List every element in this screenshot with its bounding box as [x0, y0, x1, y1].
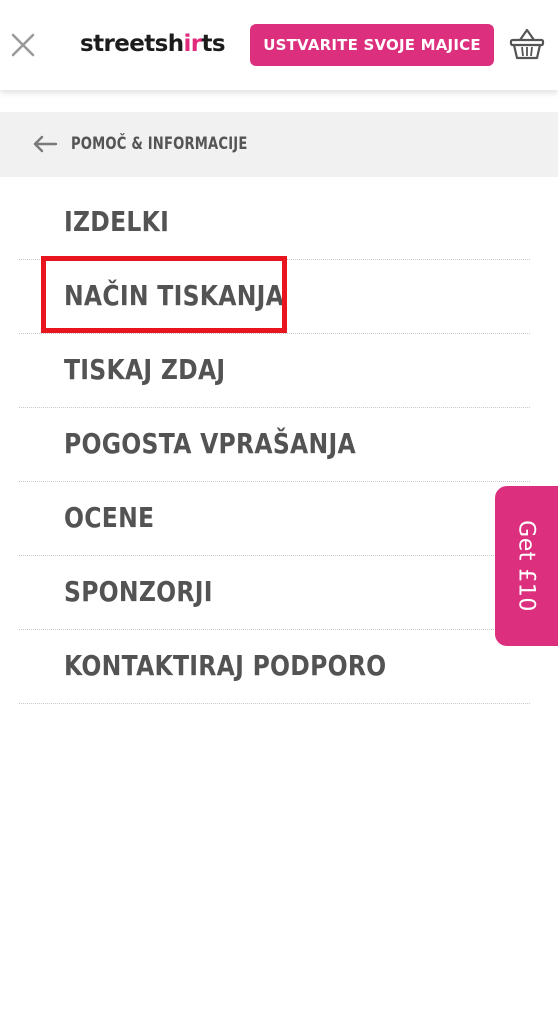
menu-item-label: IZDELKI [64, 205, 170, 238]
menu-item-contact-support[interactable]: KONTAKTIRAJ PODPORO [19, 630, 530, 704]
menu-item-sponsors[interactable]: SPONZORJI [19, 556, 530, 630]
menu-item-printing-method[interactable]: NAČIN TISKANJA [19, 260, 530, 334]
logo-text-mark: ir [183, 31, 202, 57]
logo-text-suffix: ts [201, 31, 226, 57]
close-icon[interactable] [8, 30, 38, 60]
basket-icon[interactable] [508, 26, 546, 62]
menu-item-label: NAČIN TISKANJA [64, 279, 285, 312]
help-menu: IZDELKI NAČIN TISKANJA TISKAJ ZDAJ POGOS… [19, 186, 530, 704]
breadcrumb-label: POMOČ & INFORMACIJE [71, 134, 248, 154]
menu-item-products[interactable]: IZDELKI [19, 186, 530, 260]
menu-item-faq[interactable]: POGOSTA VPRAŠANJA [19, 408, 530, 482]
menu-item-reviews[interactable]: OCENE [19, 482, 530, 556]
create-shirts-button[interactable]: USTVARITE SVOJE MAJICE [250, 24, 494, 66]
breadcrumb[interactable]: POMOČ & INFORMACIJE [0, 112, 558, 177]
arrow-left-icon[interactable] [32, 134, 58, 154]
menu-item-print-now[interactable]: TISKAJ ZDAJ [19, 334, 530, 408]
logo-text-prefix: streetsh [80, 31, 184, 57]
get-10-promo-tab[interactable]: Get £10 [495, 486, 558, 646]
menu-item-label: KONTAKTIRAJ PODPORO [64, 649, 387, 682]
menu-item-label: POGOSTA VPRAŠANJA [64, 427, 356, 460]
menu-item-label: TISKAJ ZDAJ [64, 353, 226, 386]
top-header: streetshirts USTVARITE SVOJE MAJICE [0, 0, 558, 90]
menu-item-label: SPONZORJI [64, 575, 213, 608]
promo-label: Get £10 [513, 520, 539, 612]
streetshirts-logo[interactable]: streetshirts [80, 28, 226, 60]
menu-item-label: OCENE [64, 501, 155, 534]
